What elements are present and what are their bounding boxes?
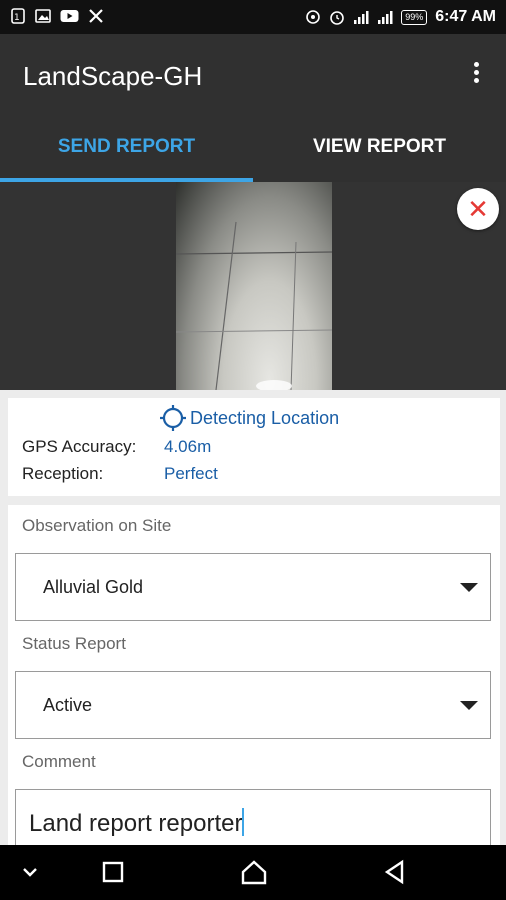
- report-form: Observation on Site Alluvial Gold Status…: [8, 505, 500, 851]
- signal-icon: [378, 11, 393, 24]
- navigation-bar: [0, 845, 506, 900]
- location-card: Detecting Location GPS Accuracy: 4.06m R…: [8, 398, 500, 496]
- gps-crosshair-icon: [160, 405, 186, 431]
- status-label: Status Report: [22, 634, 126, 653]
- reception-label: Reception:: [22, 464, 104, 483]
- svg-text:1: 1: [14, 13, 20, 23]
- back-icon[interactable]: [380, 857, 410, 887]
- remove-photo-button[interactable]: ✕: [457, 188, 499, 230]
- alarm-icon: [330, 11, 345, 25]
- status-bar: 1 99% 6:47 AM: [0, 0, 506, 34]
- recents-icon[interactable]: [98, 857, 128, 887]
- battery-icon: 99%: [401, 9, 428, 25]
- dropdown-arrow-icon: [460, 583, 478, 592]
- tab-send-report[interactable]: SEND REPORT: [0, 122, 253, 180]
- youtube-icon: [60, 10, 79, 22]
- text-cursor: [242, 808, 245, 836]
- observation-label: Observation on Site: [22, 516, 172, 535]
- reception-value: Perfect: [164, 464, 218, 483]
- sim-icon: 1: [11, 8, 25, 24]
- signal-icon: [354, 11, 369, 24]
- captured-photo: [176, 182, 332, 390]
- dropdown-arrow-icon: [460, 701, 478, 710]
- app-bar: LandScape-GH SEND REPORT VIEW REPORT: [0, 34, 506, 182]
- observation-value: Alluvial Gold: [43, 577, 144, 597]
- status-dropdown[interactable]: Active: [15, 671, 491, 739]
- tab-view-report[interactable]: VIEW REPORT: [253, 122, 506, 180]
- x-icon: [89, 9, 103, 23]
- overflow-menu-icon[interactable]: [464, 59, 488, 89]
- gps-accuracy-value: 4.06m: [164, 437, 212, 456]
- comment-label: Comment: [22, 752, 96, 771]
- gps-accuracy-label: GPS Accuracy:: [22, 437, 137, 456]
- home-icon[interactable]: [239, 857, 269, 887]
- close-icon: ✕: [467, 194, 489, 224]
- location-status: Detecting Location: [190, 407, 340, 428]
- comment-value: Land report reporter: [29, 810, 243, 837]
- app-title: LandScape-GH: [23, 61, 203, 91]
- comment-field[interactable]: Land report reporter: [15, 789, 491, 851]
- gallery-icon: [35, 9, 51, 23]
- observation-dropdown[interactable]: Alluvial Gold: [15, 553, 491, 621]
- clock: 6:47 AM: [435, 8, 496, 25]
- chevron-down-icon[interactable]: [15, 857, 45, 887]
- location-icon: [306, 10, 321, 24]
- status-value: Active: [43, 695, 93, 715]
- photo-preview-area: [0, 182, 506, 390]
